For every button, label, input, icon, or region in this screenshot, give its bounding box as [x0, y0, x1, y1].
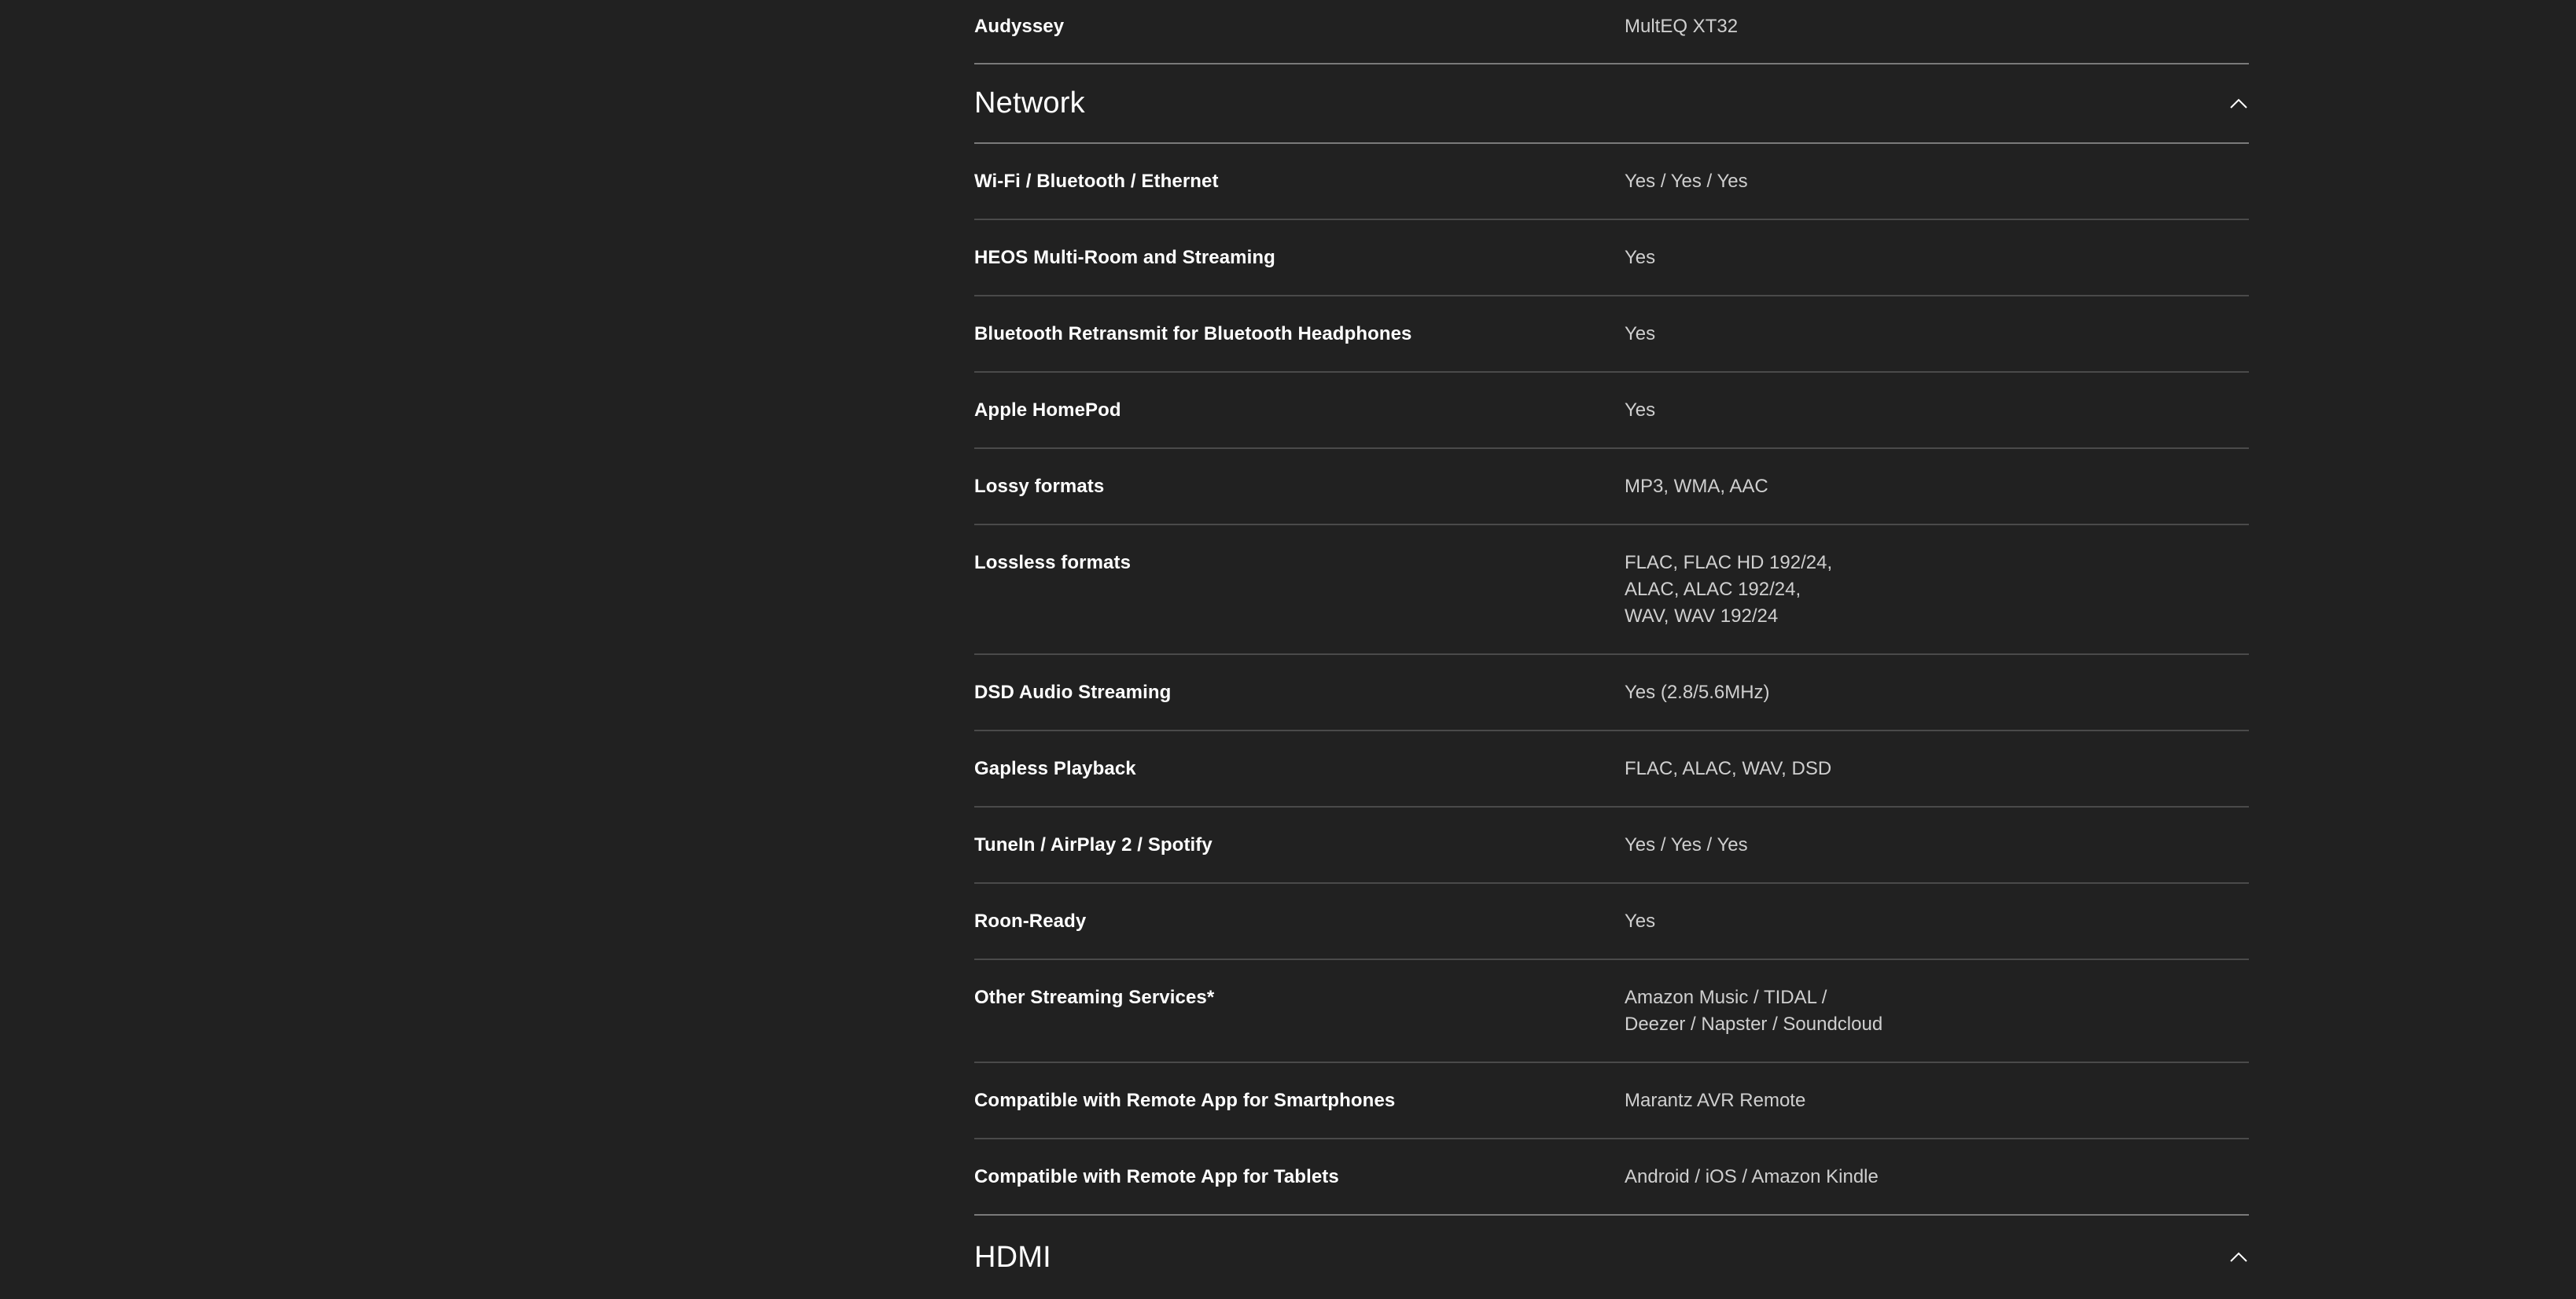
- spec-value: Marantz AVR Remote: [1625, 1090, 1806, 1111]
- spec-value: MultEQ XT32: [1625, 16, 1739, 37]
- spec-row: Compatible with Remote App for Tablets A…: [974, 1139, 2249, 1216]
- spec-row: Other Streaming Services* Amazon Music /…: [974, 960, 2249, 1063]
- spec-label: Other Streaming Services*: [974, 987, 1215, 1008]
- spec-value: FLAC, FLAC HD 192/24, ALAC, ALAC 192/24,…: [1625, 552, 1833, 627]
- chevron-up-icon[interactable]: [2228, 94, 2249, 114]
- spec-label: Wi-Fi / Bluetooth / Ethernet: [974, 171, 1219, 192]
- spec-value: Yes (2.8/5.6MHz): [1625, 682, 1770, 703]
- spec-row: Bluetooth Retransmit for Bluetooth Headp…: [974, 296, 2249, 373]
- spec-label: Lossless formats: [974, 552, 1132, 573]
- spec-label: Lossy formats: [974, 476, 1105, 497]
- spec-value: FLAC, ALAC, WAV, DSD: [1625, 758, 1832, 779]
- spec-row: DSD Audio Streaming Yes (2.8/5.6MHz): [974, 655, 2249, 731]
- spec-value: Yes: [1625, 399, 1656, 421]
- spec-table: Audyssey MultEQ XT32 Network Wi-Fi / Blu…: [974, 0, 2249, 1299]
- spec-value: Yes: [1625, 323, 1656, 344]
- spec-row: Lossy formats MP3, WMA, AAC: [974, 449, 2249, 525]
- spec-value: Yes / Yes / Yes: [1625, 834, 1748, 856]
- spec-label: Gapless Playback: [974, 758, 1136, 779]
- spec-value: Yes: [1625, 911, 1656, 932]
- spec-label: Compatible with Remote App for Smartphon…: [974, 1090, 1396, 1111]
- spec-value: Yes: [1625, 247, 1656, 268]
- spec-value: Amazon Music / TIDAL / Deezer / Napster …: [1625, 987, 1883, 1035]
- spec-label: DSD Audio Streaming: [974, 682, 1172, 703]
- spec-row: Wi-Fi / Bluetooth / Ethernet Yes / Yes /…: [974, 144, 2249, 220]
- spec-row: Roon-Ready Yes: [974, 884, 2249, 960]
- spec-value: Android / iOS / Amazon Kindle: [1625, 1166, 1879, 1187]
- spec-label: Audyssey: [974, 16, 1065, 37]
- section-header-network[interactable]: Network: [974, 64, 2249, 144]
- spec-row: Lossless formats FLAC, FLAC HD 192/24, A…: [974, 525, 2249, 655]
- spec-row: Compatible with Remote App for Smartphon…: [974, 1063, 2249, 1139]
- spec-row: Gapless Playback FLAC, ALAC, WAV, DSD: [974, 731, 2249, 808]
- chevron-up-icon[interactable]: [2228, 1247, 2249, 1268]
- spec-label: Compatible with Remote App for Tablets: [974, 1166, 1339, 1187]
- spec-label: Roon-Ready: [974, 911, 1087, 932]
- spec-value: MP3, WMA, AAC: [1625, 476, 1768, 497]
- spec-label: Apple HomePod: [974, 399, 1121, 421]
- spec-label: Bluetooth Retransmit for Bluetooth Headp…: [974, 323, 1412, 344]
- spec-value: Yes / Yes / Yes: [1625, 171, 1748, 192]
- spec-row: Apple HomePod Yes: [974, 373, 2249, 449]
- section-title: Network: [974, 86, 1085, 120]
- spec-row-audyssey: Audyssey MultEQ XT32: [974, 0, 2249, 64]
- section-header-hdmi[interactable]: HDMI: [974, 1216, 2249, 1299]
- section-title: HDMI: [974, 1240, 1051, 1274]
- spec-row: HEOS Multi-Room and Streaming Yes: [974, 220, 2249, 296]
- spec-row: TuneIn / AirPlay 2 / Spotify Yes / Yes /…: [974, 808, 2249, 884]
- spec-label: TuneIn / AirPlay 2 / Spotify: [974, 834, 1213, 856]
- spec-label: HEOS Multi-Room and Streaming: [974, 247, 1275, 268]
